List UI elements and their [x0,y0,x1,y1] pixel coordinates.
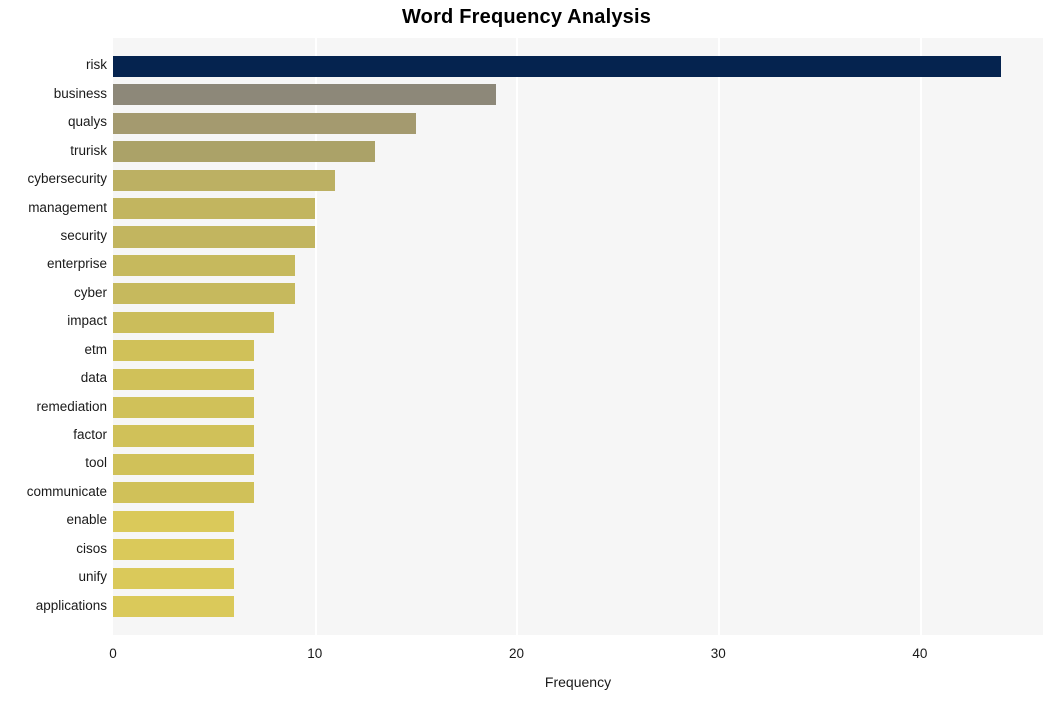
bar-row [113,141,1043,163]
bar-row [113,311,1043,333]
y-tick-label-cybersecurity: cybersecurity [27,171,107,187]
bar-enable[interactable] [113,510,235,532]
y-tick-label-security: security [60,228,107,243]
y-tick-label-communicate: communicate [26,483,107,499]
x-tick-label-10: 10 [307,646,323,661]
bar-row [113,112,1043,134]
bar-trurisk[interactable] [113,141,376,163]
bar-row [113,283,1043,305]
y-tick-label-data: data [80,370,107,386]
bar-enterprise[interactable] [113,254,295,276]
word-frequency-chart-figure: Word Frequency Analysis risk business qual… [0,0,1053,701]
bar-row [113,226,1043,248]
bar-row [113,198,1043,220]
x-tick-label-40: 40 [912,646,928,661]
y-tick-label-impact: impact [67,313,107,329]
y-tick-label-enable: enable [66,512,107,528]
y-tick-label-trurisk: trurisk [70,142,107,158]
y-tick-label-cyber: cyber [73,284,107,300]
bar-row [113,482,1043,504]
x-axis-label: Frequency [544,674,612,690]
y-tick-label-management: management [28,199,107,215]
bar-row [113,567,1043,589]
y-tick-label-business: business [53,85,107,101]
bar-row [113,254,1043,276]
bar-row [113,539,1043,561]
bar-etm[interactable] [113,340,255,362]
bar-factor[interactable] [113,425,255,447]
bar-risk[interactable] [113,55,1001,77]
bar-cyber[interactable] [113,283,295,305]
bar-communicate[interactable] [113,482,255,504]
bar-row [113,169,1043,191]
bar-row [113,453,1043,475]
x-tick-label-20: 20 [508,646,524,661]
bar-row [113,55,1043,77]
y-tick-label-qualys: qualys [67,114,107,130]
y-tick-label-enterprise: enterprise [46,256,107,272]
bar-data[interactable] [113,368,255,390]
x-tick-label-0: 0 [109,646,117,661]
bar-row [113,84,1043,106]
bar-applications[interactable] [113,596,235,618]
y-tick-label-applications: applications [35,597,107,613]
bar-management[interactable] [113,198,315,220]
bar-tool[interactable] [113,453,255,475]
bar-row [113,397,1043,419]
y-tick-label-risk: risk [86,57,107,73]
bar-security[interactable] [113,226,315,248]
bar-row [113,596,1043,618]
y-tick-label-cisos: cisos [76,540,107,556]
bar-row [113,425,1043,447]
y-tick-label-tool: tool [85,455,107,471]
bar-remediation[interactable] [113,397,255,419]
y-tick-label-factor: factor [73,427,107,442]
y-axis-category-labels: risk business qualys trurisk cybersecurity ma… [0,38,107,635]
bar-row [113,510,1043,532]
bar-cybersecurity[interactable] [113,169,335,191]
y-tick-label-remediation: remediation [36,398,107,414]
bar-cisos[interactable] [113,539,235,561]
bar-row [113,340,1043,362]
y-tick-label-etm: etm [84,341,107,357]
bar-row [113,368,1043,390]
bar-unify[interactable] [113,567,235,589]
bar-qualys[interactable] [113,112,416,134]
x-axis-ticks: 0 10 20 30 40 [109,635,1043,665]
bar-business[interactable] [113,84,497,106]
y-tick-label-unify: unify [78,569,107,585]
x-tick-label-30: 30 [710,646,726,661]
bar-impact[interactable] [113,311,275,333]
chart-title: Word Frequency Analysis [401,6,652,28]
plot-area [113,38,1043,635]
